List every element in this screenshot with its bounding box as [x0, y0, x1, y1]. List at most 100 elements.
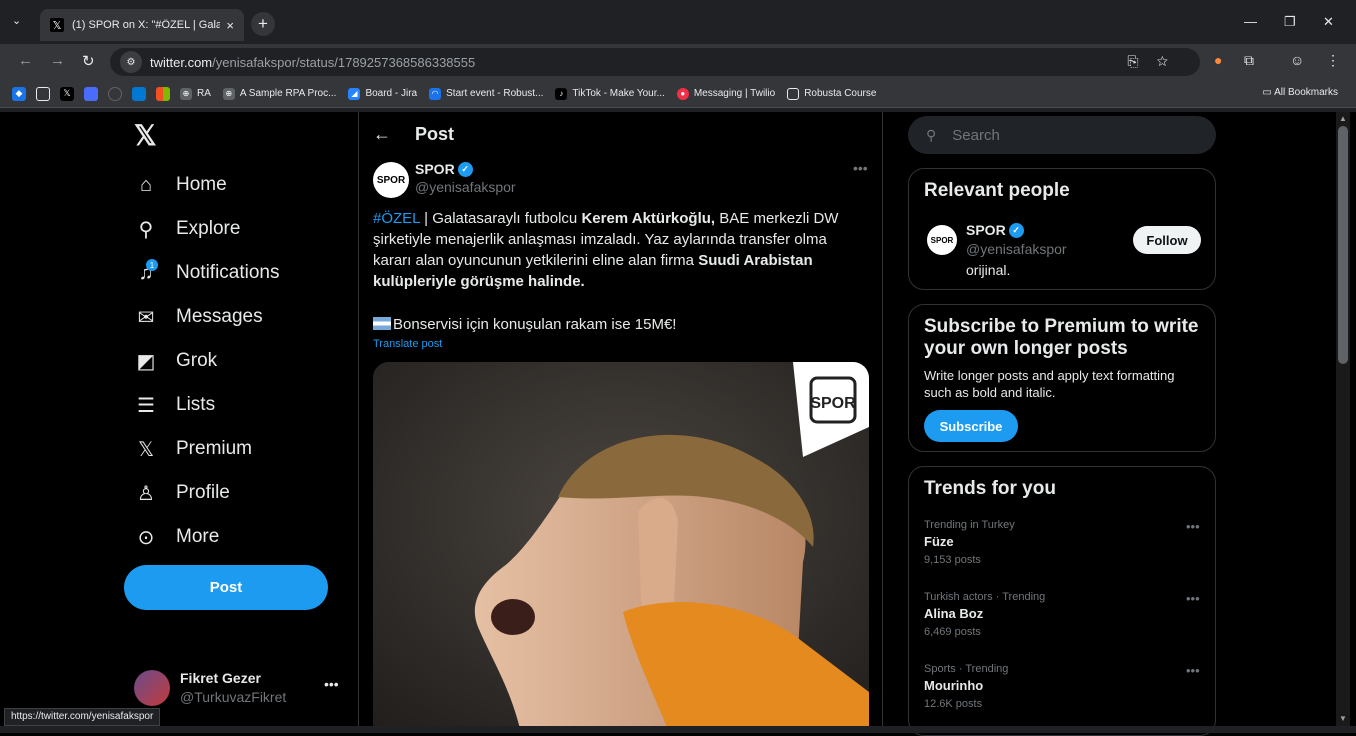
- bookmark-tiktok[interactable]: ♪ TikTok - Make Your...: [555, 87, 665, 100]
- more-circle-icon: ⊙: [137, 526, 155, 549]
- bookmark-jira[interactable]: ◢ Board - Jira: [348, 87, 417, 100]
- nav-label: Home: [176, 174, 227, 195]
- bookmark-rpa[interactable]: ⊕ A Sample RPA Proc...: [222, 87, 336, 100]
- window-close-icon[interactable]: ✕: [1323, 14, 1334, 30]
- trend-context: Trending in Turkey: [924, 519, 1015, 531]
- nav-lists[interactable]: ☰ Lists: [134, 387, 215, 423]
- page-scrollbar[interactable]: ▲ ▼: [1336, 112, 1350, 726]
- folder-icon: ▭: [1262, 87, 1272, 98]
- forward-icon[interactable]: →: [50, 52, 65, 69]
- address-bar[interactable]: ⚙ twitter.com/yenisafakspor/status/17892…: [110, 48, 1200, 76]
- section-title: Relevant people: [924, 180, 1070, 201]
- more-dots-icon[interactable]: •••: [1186, 519, 1200, 534]
- more-dots-icon[interactable]: •••: [324, 676, 339, 692]
- more-dots-icon[interactable]: •••: [853, 160, 868, 176]
- rp-handle[interactable]: @yenisafakspor: [966, 241, 1067, 257]
- nav-label: Premium: [176, 438, 253, 459]
- bookmark-outlook-icon[interactable]: [132, 86, 146, 101]
- trend-topic: Alina Boz: [924, 606, 984, 621]
- nav-grok[interactable]: ◩ Grok: [134, 343, 218, 379]
- spor-logo-text: SPOR: [810, 395, 856, 412]
- url-host: twitter.com: [150, 54, 213, 70]
- rp-name[interactable]: SPOR ✓: [966, 222, 1024, 238]
- tab-active[interactable]: 𝕏 (1) SPOR on X: "#ÖZEL | Galatas ×: [40, 9, 244, 41]
- trend-topic: Mourinho: [924, 678, 984, 693]
- back-icon[interactable]: ←: [18, 52, 33, 69]
- post-image[interactable]: SPOR: [373, 362, 869, 726]
- nav-more[interactable]: ⊙ More: [134, 519, 220, 555]
- subscribe-button[interactable]: Subscribe: [924, 410, 1018, 442]
- tab-search-chevron-icon[interactable]: ⌄: [12, 14, 21, 27]
- nav-messages[interactable]: ✉ Messages: [134, 299, 263, 335]
- avatar[interactable]: SPOR: [927, 225, 957, 255]
- more-dots-icon[interactable]: •••: [1186, 591, 1200, 606]
- bookmark-microsoft-icon[interactable]: [156, 86, 170, 101]
- author-handle[interactable]: @yenisafakspor: [415, 179, 516, 195]
- bookmark-star-icon[interactable]: ☆: [1157, 53, 1186, 69]
- new-tab-button[interactable]: +: [251, 12, 275, 36]
- restore-icon[interactable]: ❐: [1284, 14, 1296, 30]
- site-info-icon[interactable]: ⚙: [120, 51, 142, 73]
- browser-menu-icon[interactable]: ⋮: [1326, 52, 1340, 69]
- trend-context: Turkish actors · Trending: [924, 591, 1046, 603]
- scroll-up-icon[interactable]: ▲: [1339, 114, 1347, 123]
- nav-label: Messages: [176, 306, 263, 327]
- profile-avatar-icon[interactable]: ☺: [1290, 52, 1304, 68]
- nav-label: More: [176, 526, 220, 547]
- scroll-down-icon[interactable]: ▼: [1339, 714, 1347, 723]
- bookmark-twilio[interactable]: ● Messaging | Twilio: [676, 87, 775, 100]
- nav-explore[interactable]: ⚲ Explore: [134, 211, 241, 247]
- nav-profile[interactable]: ♙ Profile: [134, 475, 230, 511]
- x-logo-icon: 𝕏: [137, 438, 155, 461]
- back-arrow-icon[interactable]: ←: [373, 124, 391, 145]
- author-avatar[interactable]: SPOR: [373, 162, 409, 198]
- bookmark-x-icon[interactable]: 𝕏: [60, 86, 74, 101]
- bookmark-start-event[interactable]: ◠ Start event - Robust...: [429, 87, 543, 100]
- nav-notifications[interactable]: ♫ 1 Notifications: [134, 255, 280, 291]
- bookmark-ra[interactable]: ⊕ RA: [180, 87, 211, 100]
- bookmark-icon[interactable]: [108, 86, 122, 101]
- post-button[interactable]: Post: [124, 565, 328, 610]
- verified-badge-icon: ✓: [457, 161, 473, 177]
- x-logo-icon[interactable]: 𝕏: [134, 122, 162, 150]
- all-bookmarks[interactable]: ▭ All Bookmarks: [1262, 87, 1338, 98]
- x-favicon-icon: 𝕏: [50, 18, 64, 32]
- bookmarks-bar: ◆ 𝕏 ⊕ RA ⊕ A Sample RPA Proc... ◢ Board - J…: [0, 80, 1356, 108]
- search-icon: ⚲: [926, 126, 937, 143]
- avatar: [134, 670, 170, 706]
- extensions-puzzle-icon[interactable]: ⧉: [1244, 52, 1254, 69]
- trend-item[interactable]: Trending in Turkey Füze 9,153 posts •••: [924, 519, 1204, 579]
- bookmark-icon[interactable]: ◆: [12, 86, 26, 101]
- search-input[interactable]: ⚲ Search: [908, 116, 1216, 154]
- translate-post-link[interactable]: Translate post: [373, 338, 442, 350]
- nav-home[interactable]: ⌂ Home: [134, 167, 227, 203]
- scrollbar-thumb[interactable]: [1338, 126, 1348, 364]
- trend-item[interactable]: Turkish actors · Trending Alina Boz 6,46…: [924, 591, 1204, 651]
- extension-icon[interactable]: ●: [1214, 52, 1222, 68]
- nav-premium[interactable]: 𝕏 Premium: [134, 431, 252, 467]
- bookmark-icon[interactable]: [84, 86, 98, 101]
- follow-button[interactable]: Follow: [1133, 226, 1201, 254]
- trend-count: 12.6K posts: [924, 698, 983, 710]
- more-dots-icon[interactable]: •••: [1186, 663, 1200, 678]
- author-name[interactable]: SPOR ✓: [415, 161, 473, 177]
- notification-badge: 1: [146, 259, 158, 271]
- nav-label: Notifications: [176, 262, 280, 283]
- reload-icon[interactable]: ↻: [82, 52, 95, 70]
- bookmark-icon[interactable]: [36, 86, 50, 101]
- install-app-icon[interactable]: ⎘: [1127, 53, 1156, 69]
- hashtag-link[interactable]: #ÖZEL: [373, 210, 420, 227]
- trend-item[interactable]: Sports · Trending Mourinho 12.6K posts •…: [924, 663, 1204, 723]
- relevant-people-card: Relevant people SPOR SPOR ✓ @yenisafakspo…: [908, 168, 1216, 290]
- list-icon: ☰: [137, 394, 155, 417]
- post-photo-illustration: SPOR: [373, 362, 869, 726]
- search-icon: ⚲: [138, 218, 154, 241]
- address-bar-actions[interactable]: ⎘☆: [1127, 53, 1186, 70]
- account-switcher[interactable]: Fikret Gezer @TurkuvazFikret •••: [134, 668, 344, 708]
- envelope-icon: ✉: [137, 306, 155, 329]
- tab-close-icon[interactable]: ×: [226, 18, 234, 33]
- minimize-icon[interactable]: —: [1244, 14, 1257, 29]
- bookmark-robusta[interactable]: Robusta Course: [787, 87, 876, 100]
- section-title: Trends for you: [924, 478, 1056, 499]
- trend-count: 9,153 posts: [924, 554, 981, 566]
